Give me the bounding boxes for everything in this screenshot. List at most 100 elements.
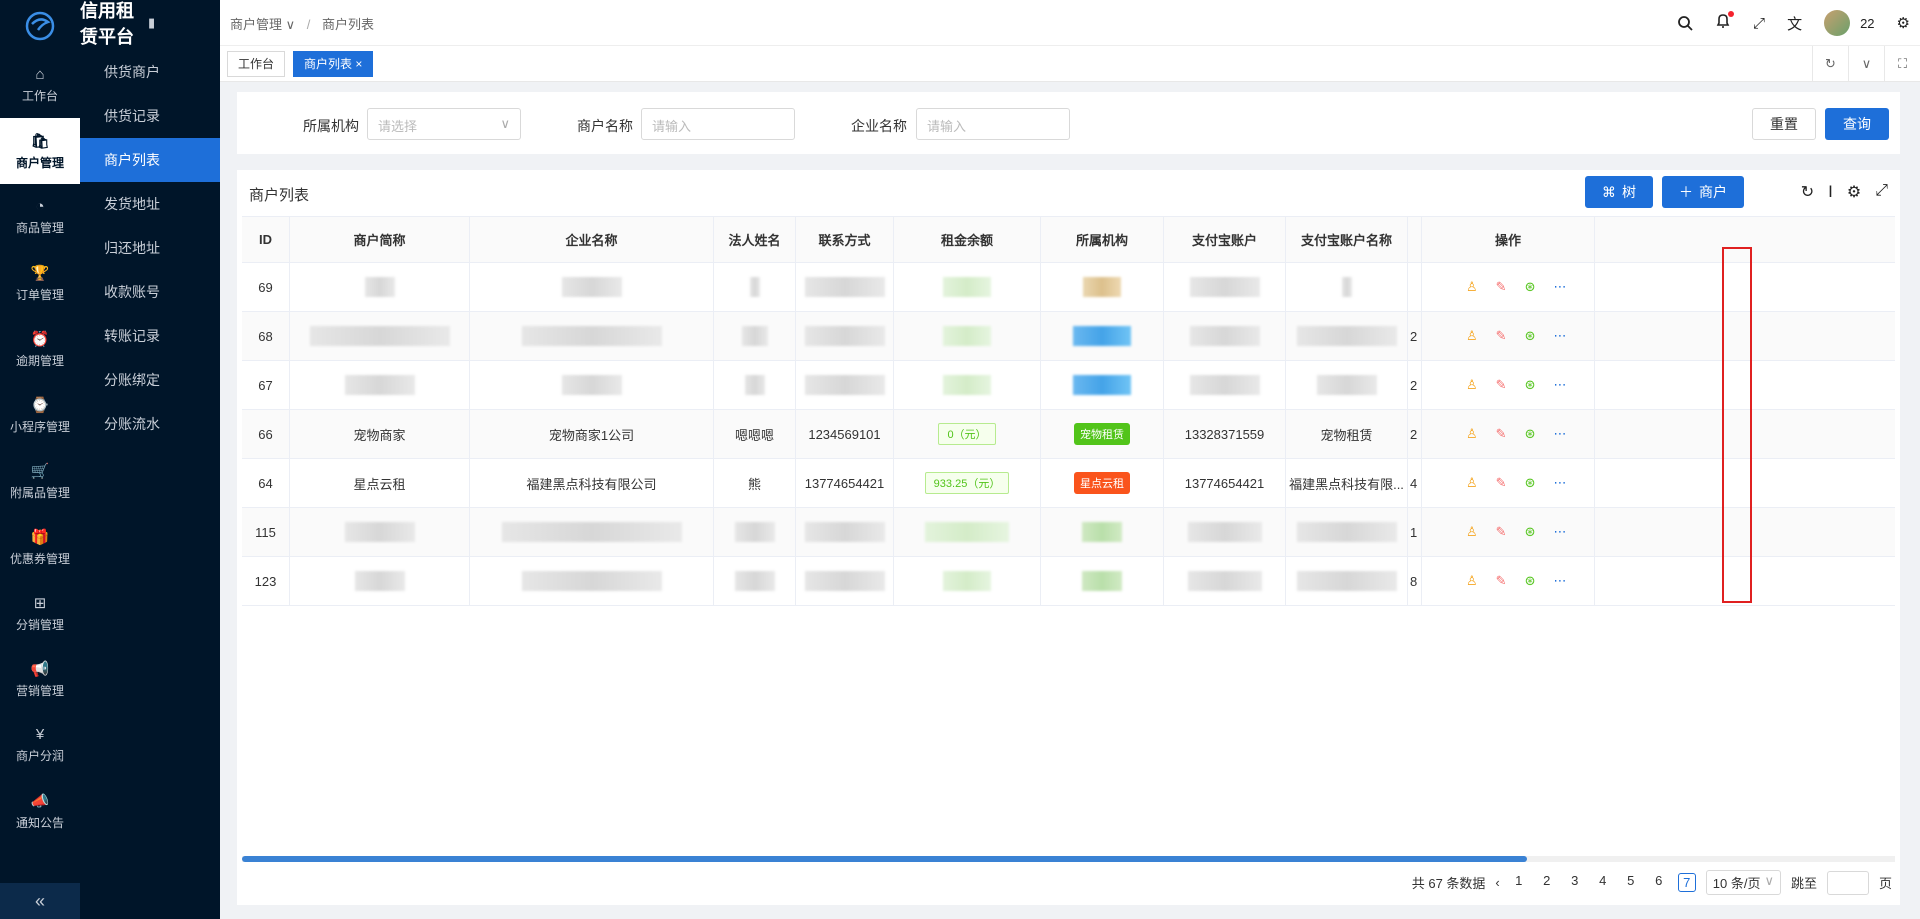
sidebar-item[interactable]: ⊞ 分销管理 xyxy=(0,580,80,646)
more-icon[interactable]: ⋯ xyxy=(1553,426,1566,442)
sidebar-item-label: 商户分润 xyxy=(15,749,64,763)
more-icon[interactable]: ⋯ xyxy=(1553,377,1566,393)
refresh-icon[interactable]: ↻ xyxy=(1801,182,1814,202)
jump-label: 跳至 xyxy=(1790,876,1817,891)
edit-icon[interactable]: ✎ xyxy=(1496,377,1507,393)
table-row[interactable]: 64 星点云租 福建黑点科技有限公司熊 13774654421 933.25（元） 星点云… xyxy=(242,459,1895,508)
page-size-select[interactable]: 10 条/页 ∨ xyxy=(1705,870,1781,895)
sidebar-item[interactable]: ⏰ 逾期管理 xyxy=(0,316,80,382)
sidebar-item[interactable]: 🏆 订单管理 xyxy=(0,250,80,316)
submenu-item[interactable]: 分账绑定 xyxy=(80,358,220,402)
cell-alipay xyxy=(1164,557,1286,605)
page-number[interactable]: 6 xyxy=(1650,873,1668,892)
prev-page-icon[interactable]: ‹ xyxy=(1495,875,1499,890)
submenu-item[interactable]: 发货地址 xyxy=(80,182,220,226)
sidebar-item[interactable]: 🎁 优惠券管理 xyxy=(0,514,80,580)
column-height-icon[interactable]: Ⅰ xyxy=(1828,182,1833,202)
page-number[interactable]: 4 xyxy=(1594,873,1612,892)
sidebar-item[interactable]: ¥ 商户分润 xyxy=(0,712,80,778)
jump-input[interactable] xyxy=(1826,870,1869,895)
edit-icon[interactable]: ✎ xyxy=(1496,475,1507,491)
avatar[interactable] xyxy=(1824,10,1851,36)
tree-button[interactable]: ⌘ 树 xyxy=(1585,176,1653,208)
sidebar-item[interactable]: 📣 通知公告 xyxy=(0,778,80,844)
submenu-item[interactable]: 商户列表 xyxy=(80,138,220,182)
fullscreen-icon[interactable]: ⤢ xyxy=(1753,15,1765,32)
submenu-item[interactable]: 供货记录 xyxy=(80,94,220,138)
org-select[interactable]: 请选择 ∨ xyxy=(367,108,521,140)
submenu-item[interactable]: 分账流水 xyxy=(80,402,220,446)
name-input[interactable]: 请输入 xyxy=(641,108,795,140)
search-icon[interactable] xyxy=(1677,15,1693,31)
tab-workbench[interactable]: 工作台 xyxy=(227,51,286,77)
user-name[interactable]: 22 xyxy=(1860,16,1874,31)
yuan-icon[interactable]: ⊛ xyxy=(1525,279,1536,295)
table-row[interactable]: 69 ♙ ✎ ⊛ ⋯ xyxy=(242,263,1895,312)
more-icon[interactable]: ⋯ xyxy=(1553,573,1566,589)
cell-alipay: 13774654421 xyxy=(1164,459,1286,507)
sidebar-item[interactable]: ⌂ 工作台 xyxy=(0,52,80,118)
sidebar-item[interactable]: 📢 营销管理 xyxy=(0,646,80,712)
company-input[interactable]: 请输入 xyxy=(916,108,1070,140)
edit-icon[interactable]: ✎ xyxy=(1496,328,1507,344)
more-icon[interactable]: ⋯ xyxy=(1553,279,1566,295)
table-row[interactable]: 66 宠物商家 宠物商家1公司 嗯嗯嗯 1234569101 0（元） 宠物租赁 133283… xyxy=(242,410,1895,459)
sidebar-item[interactable]: 🛒 附属品管理 xyxy=(0,448,80,514)
refresh-icon[interactable]: ↻ xyxy=(1812,46,1848,82)
user-icon[interactable]: ♙ xyxy=(1466,475,1478,491)
page-number[interactable]: 2 xyxy=(1538,873,1556,892)
user-icon[interactable]: ♙ xyxy=(1466,377,1478,393)
more-icon[interactable]: ⋯ xyxy=(1553,328,1566,344)
submenu-item[interactable]: 转账记录 xyxy=(80,314,220,358)
submenu-item[interactable]: 供货商户 xyxy=(80,50,220,94)
more-icon[interactable]: ⋯ xyxy=(1553,524,1566,540)
submenu-item[interactable]: 收款账号 xyxy=(80,270,220,314)
breadcrumb-item[interactable]: 商户管理 xyxy=(230,17,282,32)
user-icon[interactable]: ♙ xyxy=(1466,426,1478,442)
scrollbar-thumb[interactable] xyxy=(242,856,1527,862)
table-row[interactable]: 123 8 ♙ ✎ ⊛ ⋯ xyxy=(242,557,1895,606)
yuan-icon[interactable]: ⊛ xyxy=(1525,475,1536,491)
table-row[interactable]: 67 2 ♙ ✎ ⊛ ⋯ xyxy=(242,361,1895,410)
table-row[interactable]: 115 1 ♙ ✎ ⊛ ⋯ xyxy=(242,508,1895,557)
page-number[interactable]: 1 xyxy=(1510,873,1528,892)
query-button[interactable]: 查询 xyxy=(1825,108,1889,140)
yuan-icon[interactable]: ⊛ xyxy=(1525,426,1536,442)
redacted-content xyxy=(521,326,662,346)
maximize-icon[interactable]: ⛶ xyxy=(1884,46,1920,82)
fullscreen-icon[interactable]: ⤢ xyxy=(1875,182,1888,202)
more-icon[interactable]: ⋯ xyxy=(1553,475,1566,491)
translate-icon[interactable]: 文 xyxy=(1787,13,1802,34)
gear-icon[interactable]: ⚙ xyxy=(1897,14,1910,32)
user-icon[interactable]: ♙ xyxy=(1466,524,1478,540)
add-merchant-button[interactable]: ＋ 商户 xyxy=(1662,176,1744,208)
yuan-icon[interactable]: ⊛ xyxy=(1525,377,1536,393)
yuan-icon[interactable]: ⊛ xyxy=(1525,573,1536,589)
table-row[interactable]: 68 2 ♙ ✎ ⊛ ⋯ xyxy=(242,312,1895,361)
edit-icon[interactable]: ✎ xyxy=(1496,524,1507,540)
page-number[interactable]: 3 xyxy=(1566,873,1584,892)
yuan-icon[interactable]: ⊛ xyxy=(1525,524,1536,540)
collapse-sidebar-button[interactable]: « xyxy=(0,883,80,919)
close-icon[interactable]: × xyxy=(355,57,362,71)
reset-button[interactable]: 重置 xyxy=(1752,108,1816,140)
user-icon[interactable]: ♙ xyxy=(1466,573,1478,589)
user-icon[interactable]: ♙ xyxy=(1466,328,1478,344)
edit-icon[interactable]: ✎ xyxy=(1496,426,1507,442)
yuan-icon[interactable]: ⊛ xyxy=(1525,328,1536,344)
pin-icon[interactable]: ▮ xyxy=(148,15,216,31)
bell-icon[interactable] xyxy=(1715,11,1735,33)
tab-merchant-list[interactable]: 商户列表 × xyxy=(293,51,374,77)
gear-icon[interactable]: ⚙ xyxy=(1847,182,1861,202)
user-icon[interactable]: ♙ xyxy=(1466,279,1478,295)
sidebar-item[interactable]: ◔ 商品管理 xyxy=(0,184,80,250)
page-number[interactable]: 5 xyxy=(1622,873,1640,892)
sidebar-item[interactable]: 🛍 商户管理 xyxy=(0,118,80,184)
chevron-down-icon[interactable]: ∨ xyxy=(1848,46,1884,82)
edit-icon[interactable]: ✎ xyxy=(1496,279,1507,295)
page-number[interactable]: 7 xyxy=(1677,873,1696,892)
column-header: 联系方式 xyxy=(796,217,894,262)
submenu-item[interactable]: 归还地址 xyxy=(80,226,220,270)
sidebar-item[interactable]: ⌚ 小程序管理 xyxy=(0,382,80,448)
edit-icon[interactable]: ✎ xyxy=(1496,573,1507,589)
